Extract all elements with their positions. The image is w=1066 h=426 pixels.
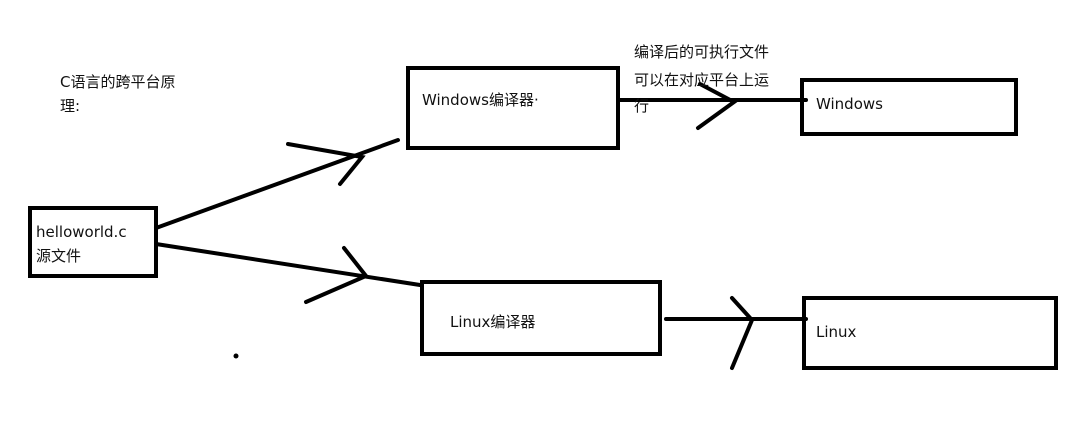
diagram-title-line2: 理: bbox=[60, 97, 81, 115]
source-file-label: 源文件 bbox=[36, 247, 82, 265]
annotation-line1: 编译后的可执行文件 bbox=[634, 43, 770, 61]
windows-platform-label: Windows bbox=[816, 95, 883, 113]
arrow-source-to-windows-compiler bbox=[154, 138, 400, 230]
diagram-title-line1: C语言的跨平台原 bbox=[60, 73, 176, 91]
arrowhead-linux bbox=[730, 296, 755, 370]
annotation-line3: 行 bbox=[634, 97, 650, 115]
source-file-name: helloworld.c bbox=[36, 223, 127, 241]
diagram-canvas: C语言的跨平台原 理: helloworld.c 源文件 Windows编译器·… bbox=[0, 0, 1066, 426]
linux-platform-label: Linux bbox=[816, 323, 857, 341]
windows-compiler-label: Windows编译器· bbox=[422, 91, 539, 109]
linux-compiler-label: Linux编译器 bbox=[450, 313, 536, 331]
stray-dot bbox=[233, 353, 239, 359]
annotation-line2: 可以在对应平台上运 bbox=[634, 71, 770, 89]
arrow-source-to-linux-compiler bbox=[154, 242, 422, 287]
